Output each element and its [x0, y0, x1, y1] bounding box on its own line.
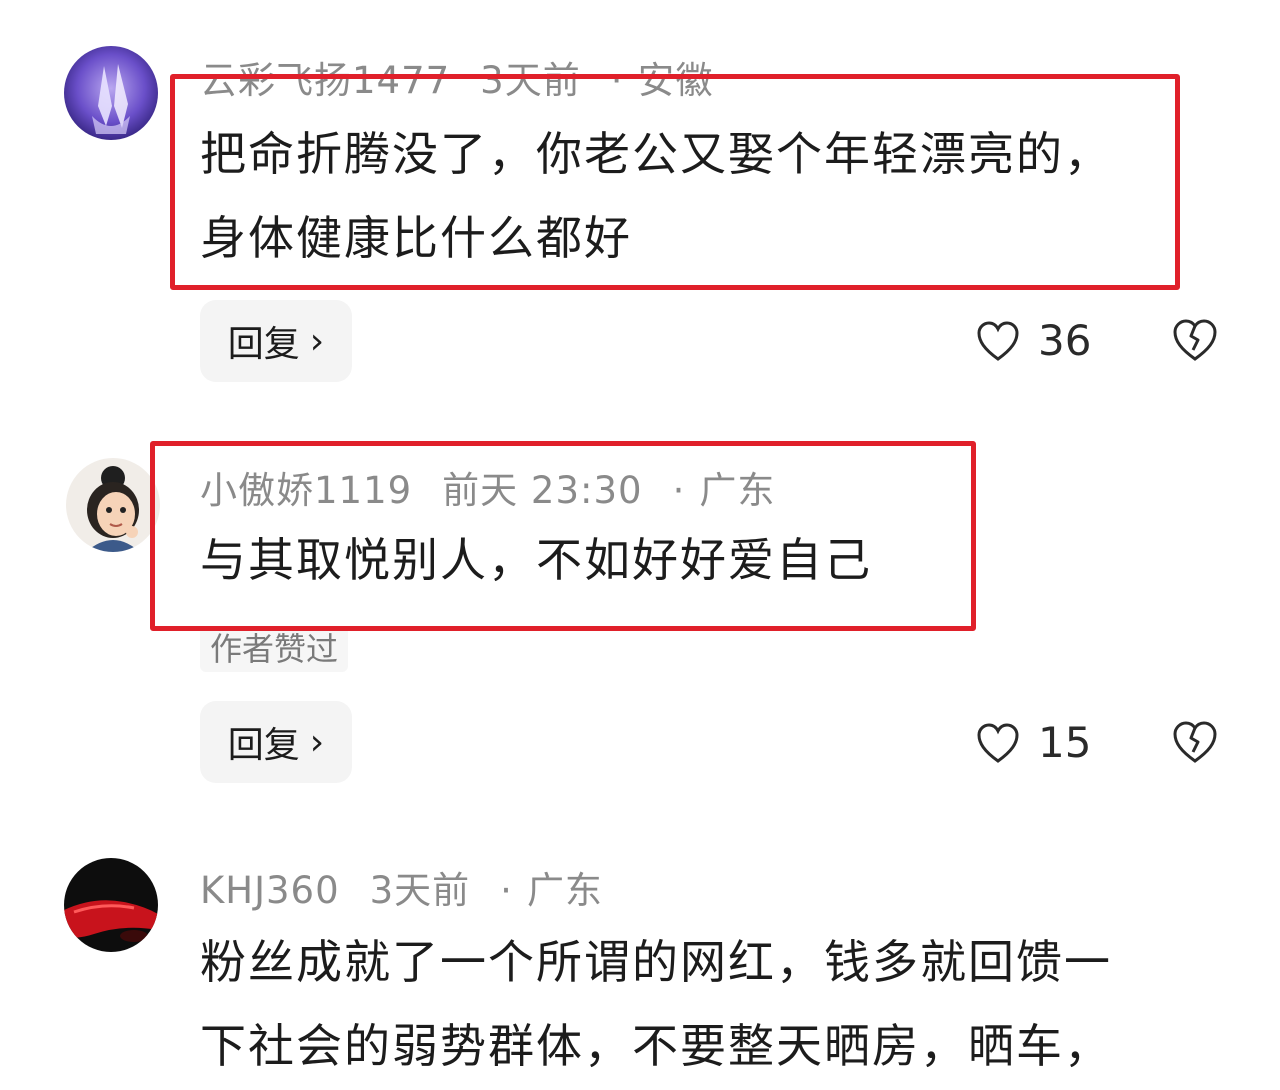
separator: · [500, 869, 513, 912]
username[interactable]: 云彩飞扬1477 [200, 59, 450, 102]
comment-meta: 小傲娇1119 前天 23:30 · 广东 [200, 460, 805, 514]
location: 安徽 [637, 59, 714, 102]
reply-button[interactable]: 回复 › [200, 300, 352, 382]
heart-icon [977, 722, 1019, 763]
location: 广东 [526, 869, 603, 912]
avatar[interactable] [64, 46, 158, 140]
comment-text: 与其取悦别人，不如好好爱自己 [200, 518, 1200, 602]
separator: · [610, 59, 624, 102]
broken-heart-icon [1173, 721, 1217, 763]
comment-meta: 云彩飞扬1477 3天前 · 安徽 [200, 50, 743, 104]
comment-text: 把命折腾没了，你老公又娶个年轻漂亮的， 身体健康比什么都好 [200, 112, 1200, 280]
avatar[interactable] [64, 858, 158, 952]
author-liked-badge: 作者赞过 [200, 626, 349, 672]
comment-line: 下社会的弱势群体，不要整天晒房，晒车， [200, 1019, 1112, 1073]
cartoon-girl-avatar-image [66, 458, 160, 552]
chevron-right-icon: › [309, 320, 325, 362]
comment-meta: KHJ360 3天前 · 广东 [200, 860, 633, 914]
comment-line: 与其取悦别人，不如好好爱自己 [200, 533, 872, 587]
red-car-avatar-image [64, 858, 158, 952]
comment-line: 粉丝成就了一个所谓的网红，钱多就回馈一 [200, 935, 1112, 989]
heart-icon [977, 320, 1019, 361]
broken-heart-icon [1173, 319, 1217, 361]
reply-label: 回复 [227, 725, 300, 766]
comment-text: 粉丝成就了一个所谓的网红，钱多就回馈一 下社会的弱势群体，不要整天晒房，晒车， [200, 920, 1200, 1088]
chevron-right-icon: › [309, 721, 325, 763]
comment-line: 把命折腾没了，你老公又娶个年轻漂亮的， [200, 127, 1112, 181]
comment-line: 身体健康比什么都好 [200, 211, 632, 265]
like-count: 36 [1038, 316, 1092, 365]
dislike-button[interactable] [1172, 720, 1218, 764]
like-button[interactable]: 36 [976, 316, 1091, 365]
timestamp: 3天前 [369, 869, 471, 912]
reply-label: 回复 [227, 324, 300, 365]
reply-button[interactable]: 回复 › [200, 701, 352, 783]
username[interactable]: 小傲娇1119 [200, 469, 412, 512]
separator: · [672, 469, 686, 512]
hands-avatar-image [64, 46, 158, 140]
location: 广东 [699, 469, 776, 512]
avatar[interactable] [66, 458, 160, 552]
dislike-button[interactable] [1172, 318, 1218, 362]
timestamp: 3天前 [480, 59, 581, 102]
like-button[interactable]: 15 [976, 718, 1091, 767]
like-count: 15 [1038, 718, 1092, 767]
comment-list: 云彩飞扬1477 3天前 · 安徽 把命折腾没了，你老公又娶个年轻漂亮的， 身体健康比… [0, 0, 1280, 1090]
username[interactable]: KHJ360 [200, 869, 340, 912]
timestamp: 前天 23:30 [442, 469, 643, 512]
